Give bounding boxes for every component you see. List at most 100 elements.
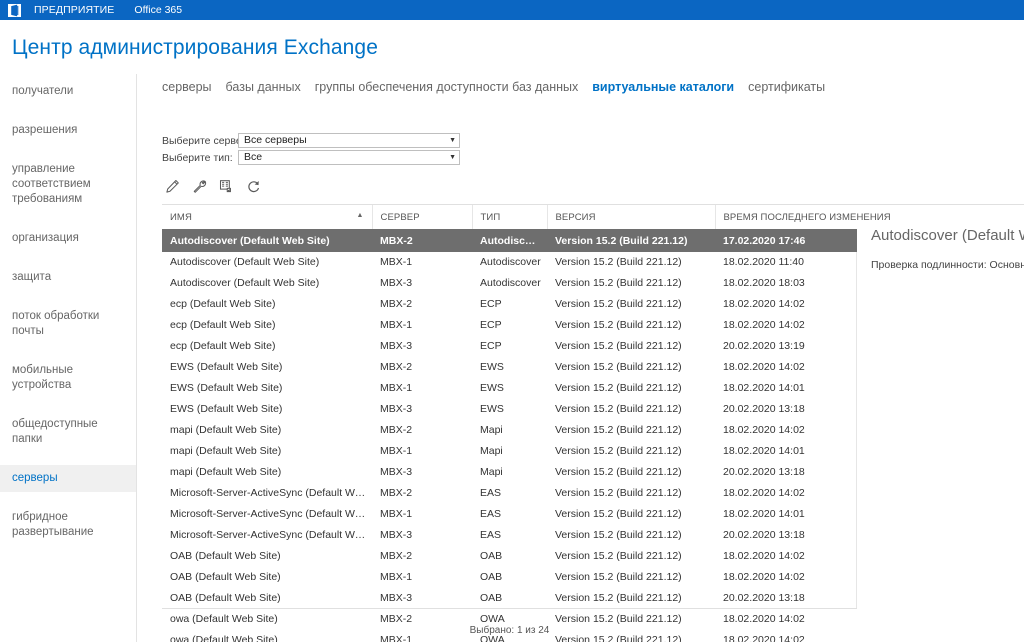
cell-changed: 18.02.2020 14:02	[723, 613, 805, 625]
office-logo-icon[interactable]	[4, 0, 24, 20]
cell-type: EAS	[480, 487, 502, 499]
tab-4[interactable]: сертификаты	[748, 80, 825, 94]
sidebar-item-3[interactable]: организация	[0, 225, 136, 252]
detail-authentication: Проверка подлинности: Основной, NTLM	[871, 259, 1024, 271]
tab-3[interactable]: виртуальные каталоги	[592, 80, 734, 94]
tab-0[interactable]: серверы	[162, 80, 212, 94]
refresh-icon[interactable]	[245, 178, 261, 194]
cell-changed: 18.02.2020 11:40	[723, 256, 804, 268]
grid-col-label: ТИП	[480, 212, 501, 223]
table-row[interactable]: mapi (Default Web Site) MBX-1 Mapi Version …	[162, 441, 857, 462]
grid-col-header-type[interactable]: ТИП	[472, 205, 548, 231]
cell-type: Autodiscover	[480, 256, 541, 268]
cell-version: Version 15.2 (Build 221.12)	[555, 634, 682, 642]
grid-header-row: ИМЯ ▲ СЕРВЕР ТИП ВЕРСИЯ ВРЕМЯ ПОСЛЕДНЕГО ИЗМЕ…	[162, 205, 891, 231]
cell-changed: 18.02.2020 14:02	[723, 361, 805, 373]
cell-name: EWS (Default Web Site)	[170, 382, 283, 394]
cell-version: Version 15.2 (Build 221.12)	[555, 319, 682, 331]
cell-name: EWS (Default Web Site)	[170, 361, 283, 373]
cell-name: OAB (Default Web Site)	[170, 550, 281, 562]
table-row[interactable]: Microsoft-Server-ActiveSync (Default Web…	[162, 504, 857, 525]
table-row[interactable]: OAB (Default Web Site) MBX-1 OAB Version 15…	[162, 567, 857, 588]
cell-changed: 20.02.2020 13:19	[723, 340, 805, 352]
grid-col-label: ВЕРСИЯ	[555, 212, 596, 223]
filter-row-0: Выберите сервер: Все серверы ▼	[162, 133, 1024, 148]
table-row[interactable]: owa (Default Web Site) MBX-1 OWA Version 15…	[162, 630, 857, 642]
table-row[interactable]: ecp (Default Web Site) MBX-1 ECP Version 15…	[162, 315, 857, 336]
cell-type: OAB	[480, 592, 503, 604]
cell-server: MBX-3	[380, 277, 413, 289]
edit-pencil-icon[interactable]	[164, 178, 180, 194]
cell-type: OWA	[480, 634, 505, 642]
filter-panel: Выберите сервер: Все серверы ▼ Выберите тип…	[162, 133, 1024, 165]
sidebar-item-4[interactable]: защита	[0, 264, 136, 291]
sidebar-item-0[interactable]: получатели	[0, 78, 136, 105]
cell-server: MBX-2	[380, 424, 413, 436]
table-row[interactable]: ecp (Default Web Site) MBX-2 ECP Version 15…	[162, 294, 857, 315]
cell-type: Autodiscover	[480, 277, 541, 289]
sidebar-item-6[interactable]: мобильные устройства	[0, 357, 136, 399]
cell-name: mapi (Default Web Site)	[170, 466, 282, 478]
filter-label-1: Выберите тип:	[162, 151, 233, 164]
cell-name: mapi (Default Web Site)	[170, 424, 282, 436]
table-row[interactable]: mapi (Default Web Site) MBX-3 Mapi Version …	[162, 462, 857, 483]
cell-version: Version 15.2 (Build 221.12)	[555, 424, 682, 436]
sidebar-item-2[interactable]: управление соответствием требованиям	[0, 156, 136, 213]
configure-icon[interactable]	[218, 178, 234, 194]
cell-version: Version 15.2 (Build 221.12)	[555, 529, 682, 541]
table-row[interactable]: ecp (Default Web Site) MBX-3 ECP Version 15…	[162, 336, 857, 357]
suite-app-name[interactable]: Office 365	[134, 4, 182, 16]
tab-2[interactable]: группы обеспечения доступности баз данны…	[315, 80, 579, 94]
table-row[interactable]: owa (Default Web Site) MBX-2 OWA Version 15…	[162, 609, 857, 630]
table-row[interactable]: Autodiscover (Default Web Site) MBX-2 Auto…	[162, 230, 857, 252]
sidebar-item-label: общедоступные папки	[12, 418, 98, 445]
cell-server: MBX-2	[380, 361, 413, 373]
grid-col-header-changed[interactable]: ВРЕМЯ ПОСЛЕДНЕГО ИЗМЕНЕНИЯ	[715, 205, 891, 231]
cell-server: MBX-2	[372, 230, 472, 252]
table-row[interactable]: Autodiscover (Default Web Site) MBX-1 Auto…	[162, 252, 857, 273]
table-row[interactable]: Microsoft-Server-ActiveSync (Default Web…	[162, 525, 857, 546]
grid-col-header-version[interactable]: ВЕРСИЯ	[547, 205, 716, 231]
cell-version: Version 15.2 (Build 221.12)	[555, 403, 682, 415]
table-row[interactable]: mapi (Default Web Site) MBX-2 Mapi Version …	[162, 420, 857, 441]
sidebar: получатели разрешения управление соответст…	[0, 74, 137, 642]
grid-col-label: ИМЯ	[170, 212, 192, 223]
cell-server: MBX-1	[380, 571, 413, 583]
grid-col-header-server[interactable]: СЕРВЕР	[372, 205, 473, 231]
tenant-name: ПРЕДПРИЯТИЕ	[34, 4, 115, 16]
sidebar-item-9[interactable]: гибридное развертывание	[0, 504, 136, 546]
table-row[interactable]: EWS (Default Web Site) MBX-1 EWS Version 15…	[162, 378, 857, 399]
sidebar-item-7[interactable]: общедоступные папки	[0, 411, 136, 453]
cell-version: Version 15.2 (Build 221.12)	[555, 550, 682, 562]
filter-row-1: Выберите тип: Все ▼	[162, 150, 1024, 165]
filter-select-1[interactable]: Все ▼	[238, 150, 460, 165]
cell-server: MBX-1	[380, 319, 413, 331]
cell-name: Autodiscover (Default Web Site)	[162, 230, 372, 252]
tab-1[interactable]: базы данных	[226, 80, 301, 94]
cell-version: Version 15.2 (Build 221.12)	[555, 256, 682, 268]
cell-type: ECP	[480, 340, 502, 352]
sidebar-item-label: получатели	[12, 85, 74, 97]
filter-select-0[interactable]: Все серверы ▼	[238, 133, 460, 148]
cell-version: Version 15.2 (Build 221.12)	[555, 571, 682, 583]
sidebar-item-8[interactable]: серверы	[0, 465, 136, 492]
table-row[interactable]: EWS (Default Web Site) MBX-2 EWS Version 15…	[162, 357, 857, 378]
grid-col-header-name[interactable]: ИМЯ ▲	[162, 205, 373, 231]
table-row[interactable]: Autodiscover (Default Web Site) MBX-3 Auto…	[162, 273, 857, 294]
table-row[interactable]: EWS (Default Web Site) MBX-3 EWS Version 15…	[162, 399, 857, 420]
cell-version: Version 15.2 (Build 221.12)	[555, 277, 682, 289]
cell-version: Version 15.2 (Build 221.12)	[555, 466, 682, 478]
grid-toolbar	[162, 177, 1024, 195]
main-content: серверы базы данных группы обеспечения дос…	[137, 74, 1024, 642]
table-row[interactable]: Microsoft-Server-ActiveSync (Default Web…	[162, 483, 857, 504]
table-row[interactable]: OAB (Default Web Site) MBX-2 OAB Version 15…	[162, 546, 857, 567]
cell-version: Version 15.2 (Build 221.12)	[555, 298, 682, 310]
wrench-icon[interactable]	[191, 178, 207, 194]
sidebar-item-1[interactable]: разрешения	[0, 117, 136, 144]
cell-name: OAB (Default Web Site)	[170, 592, 281, 604]
grid-col-label: ВРЕМЯ ПОСЛЕДНЕГО ИЗМЕНЕНИЯ	[723, 212, 891, 223]
cell-version: Version 15.2 (Build 221.12)	[555, 445, 682, 457]
table-row[interactable]: OAB (Default Web Site) MBX-3 OAB Version 15…	[162, 588, 857, 609]
cell-server: MBX-1	[380, 256, 413, 268]
sidebar-item-5[interactable]: поток обработки почты	[0, 303, 136, 345]
